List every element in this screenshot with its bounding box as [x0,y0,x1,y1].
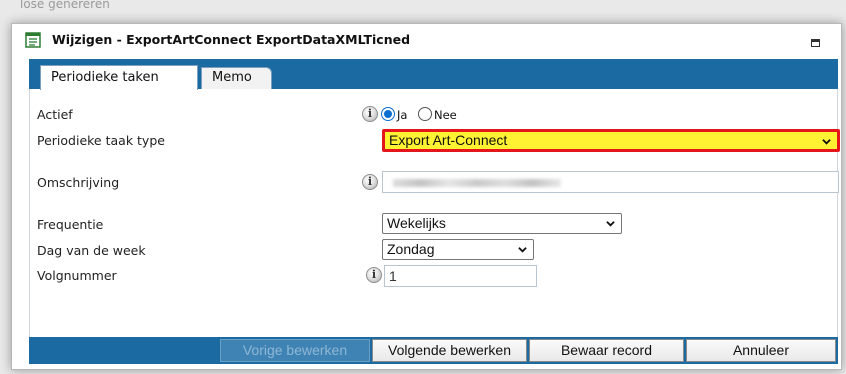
info-icon[interactable]: i [366,267,382,283]
edit-dialog: Wijzigen - ExportArtConnect ExportDataXM… [11,23,842,370]
dag-select[interactable]: Zondag [382,239,534,260]
actief-ja-radio[interactable] [381,107,395,121]
actief-nee-label: Nee [434,108,457,122]
chevron-down-icon [822,139,831,145]
volgnummer-label: Volgnummer [37,268,117,283]
actief-label: Actief [37,107,73,122]
form-panel: Actief i Ja Nee Periodieke taak type Exp… [29,89,840,337]
taak-type-value: Export Art-Connect [389,132,508,148]
dialog-title: Wijzigen - ExportArtConnect ExportDataXM… [52,32,411,47]
form-icon [25,32,41,48]
background-caption: lose genereren [20,0,110,11]
taak-type-select[interactable]: Export Art-Connect [382,129,840,152]
chevron-down-icon [606,221,615,227]
omschrijving-input[interactable] [382,171,839,193]
button-bar: Vorige bewerken Volgende bewerken Bewaar… [29,337,838,364]
bewaar-record-button[interactable]: Bewaar record [529,339,684,362]
frequentie-label: Frequentie [37,217,104,232]
tab-memo[interactable]: Memo [201,67,272,89]
tab-bar: Periodieke taken Memo [29,59,838,90]
actief-ja-label: Ja [397,108,408,122]
dag-label: Dag van de week [37,243,146,258]
dialog-titlebar: Wijzigen - ExportArtConnect ExportDataXM… [12,24,841,56]
chevron-down-icon [518,247,527,253]
frequentie-value: Wekelijks [387,215,446,231]
tab-periodieke-taken[interactable]: Periodieke taken [40,65,198,90]
omschrijving-label: Omschrijving [37,175,120,190]
info-icon[interactable]: i [362,106,378,122]
volgnummer-input[interactable]: 1 [384,265,537,287]
actief-nee-radio[interactable] [418,107,432,121]
maximize-icon[interactable] [811,39,820,47]
volgende-bewerken-button[interactable]: Volgende bewerken [372,339,527,362]
annuleer-button[interactable]: Annuleer [686,339,836,362]
vorige-bewerken-button[interactable]: Vorige bewerken [220,339,370,362]
info-icon[interactable]: i [362,174,378,190]
dag-value: Zondag [387,241,435,257]
taak-type-label: Periodieke taak type [37,133,165,148]
blurred-text [393,179,561,187]
frequentie-select[interactable]: Wekelijks [382,213,622,234]
